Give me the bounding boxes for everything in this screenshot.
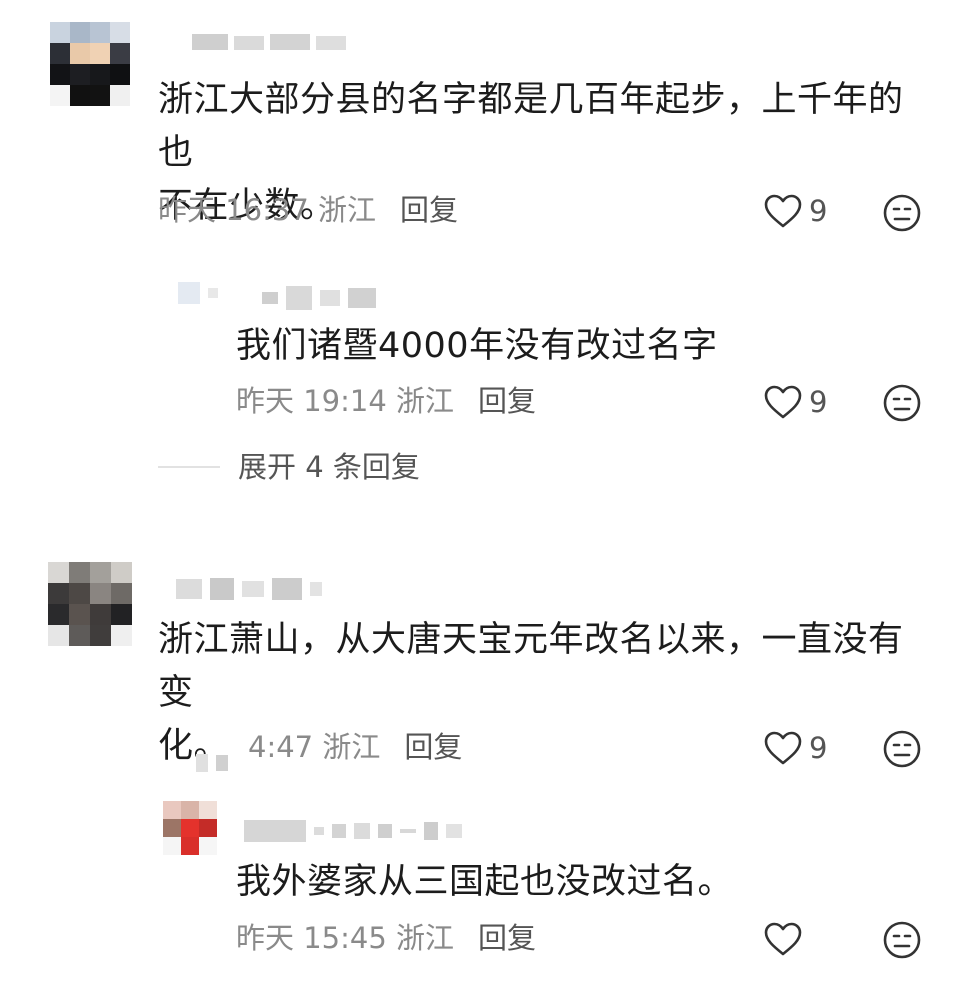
location: 浙江	[322, 730, 381, 764]
blurred-date	[196, 754, 228, 772]
dislike-button[interactable]	[882, 729, 922, 773]
heart-outline-icon	[764, 731, 802, 765]
reply-button[interactable]: 回复	[404, 730, 462, 764]
dislike-button[interactable]	[882, 383, 922, 427]
timestamp: 昨天 16:37	[158, 193, 309, 227]
location: 浙江	[396, 384, 455, 418]
reply-meta: 昨天 19:14 浙江 回复	[236, 383, 536, 419]
timestamp: 昨天 15:45	[236, 921, 387, 955]
heart-outline-icon	[764, 922, 802, 956]
neutral-face-icon	[883, 921, 921, 959]
neutral-face-icon	[883, 730, 921, 768]
reply-button[interactable]: 回复	[400, 193, 458, 227]
reply-text: 我外婆家从三国起也没改过名。	[236, 862, 734, 902]
location: 浙江	[318, 193, 377, 227]
avatar[interactable]	[178, 282, 218, 304]
timestamp: 昨天 19:14	[236, 384, 387, 418]
like-button[interactable]: 9	[763, 730, 827, 766]
timestamp: 4:47	[248, 730, 314, 764]
neutral-face-icon	[883, 384, 921, 422]
expand-replies-label: 展开 4 条回复	[238, 450, 420, 484]
avatar[interactable]	[163, 801, 217, 855]
like-count: 9	[809, 385, 828, 419]
reply-button[interactable]: 回复	[478, 921, 536, 955]
reply-text: 我们诸暨4000年没有改过名字	[236, 326, 718, 366]
like-count: 9	[809, 731, 828, 765]
comment-meta: 昨天 16:37 浙江 回复	[158, 192, 458, 228]
reply-meta: 昨天 15:45 浙江 回复	[236, 920, 536, 956]
like-button[interactable]	[763, 921, 809, 957]
location: 浙江	[396, 921, 455, 955]
heart-outline-icon	[764, 194, 802, 228]
like-button[interactable]: 9	[763, 384, 827, 420]
username-blurred[interactable]	[244, 820, 462, 842]
like-button[interactable]: 9	[763, 193, 827, 229]
dislike-button[interactable]	[882, 920, 922, 964]
divider	[158, 466, 220, 468]
expand-replies-button[interactable]: 展开 4 条回复	[158, 449, 420, 485]
username-blurred[interactable]	[262, 286, 376, 310]
heart-outline-icon	[764, 385, 802, 419]
username-blurred[interactable]	[192, 34, 346, 50]
username-blurred[interactable]	[176, 578, 322, 600]
avatar[interactable]	[48, 562, 132, 646]
neutral-face-icon	[883, 194, 921, 232]
reply-button[interactable]: 回复	[478, 384, 536, 418]
like-count: 9	[809, 194, 828, 228]
avatar[interactable]	[50, 22, 130, 106]
comment-meta: 4:47 浙江 回复	[248, 729, 462, 765]
dislike-button[interactable]	[882, 193, 922, 237]
